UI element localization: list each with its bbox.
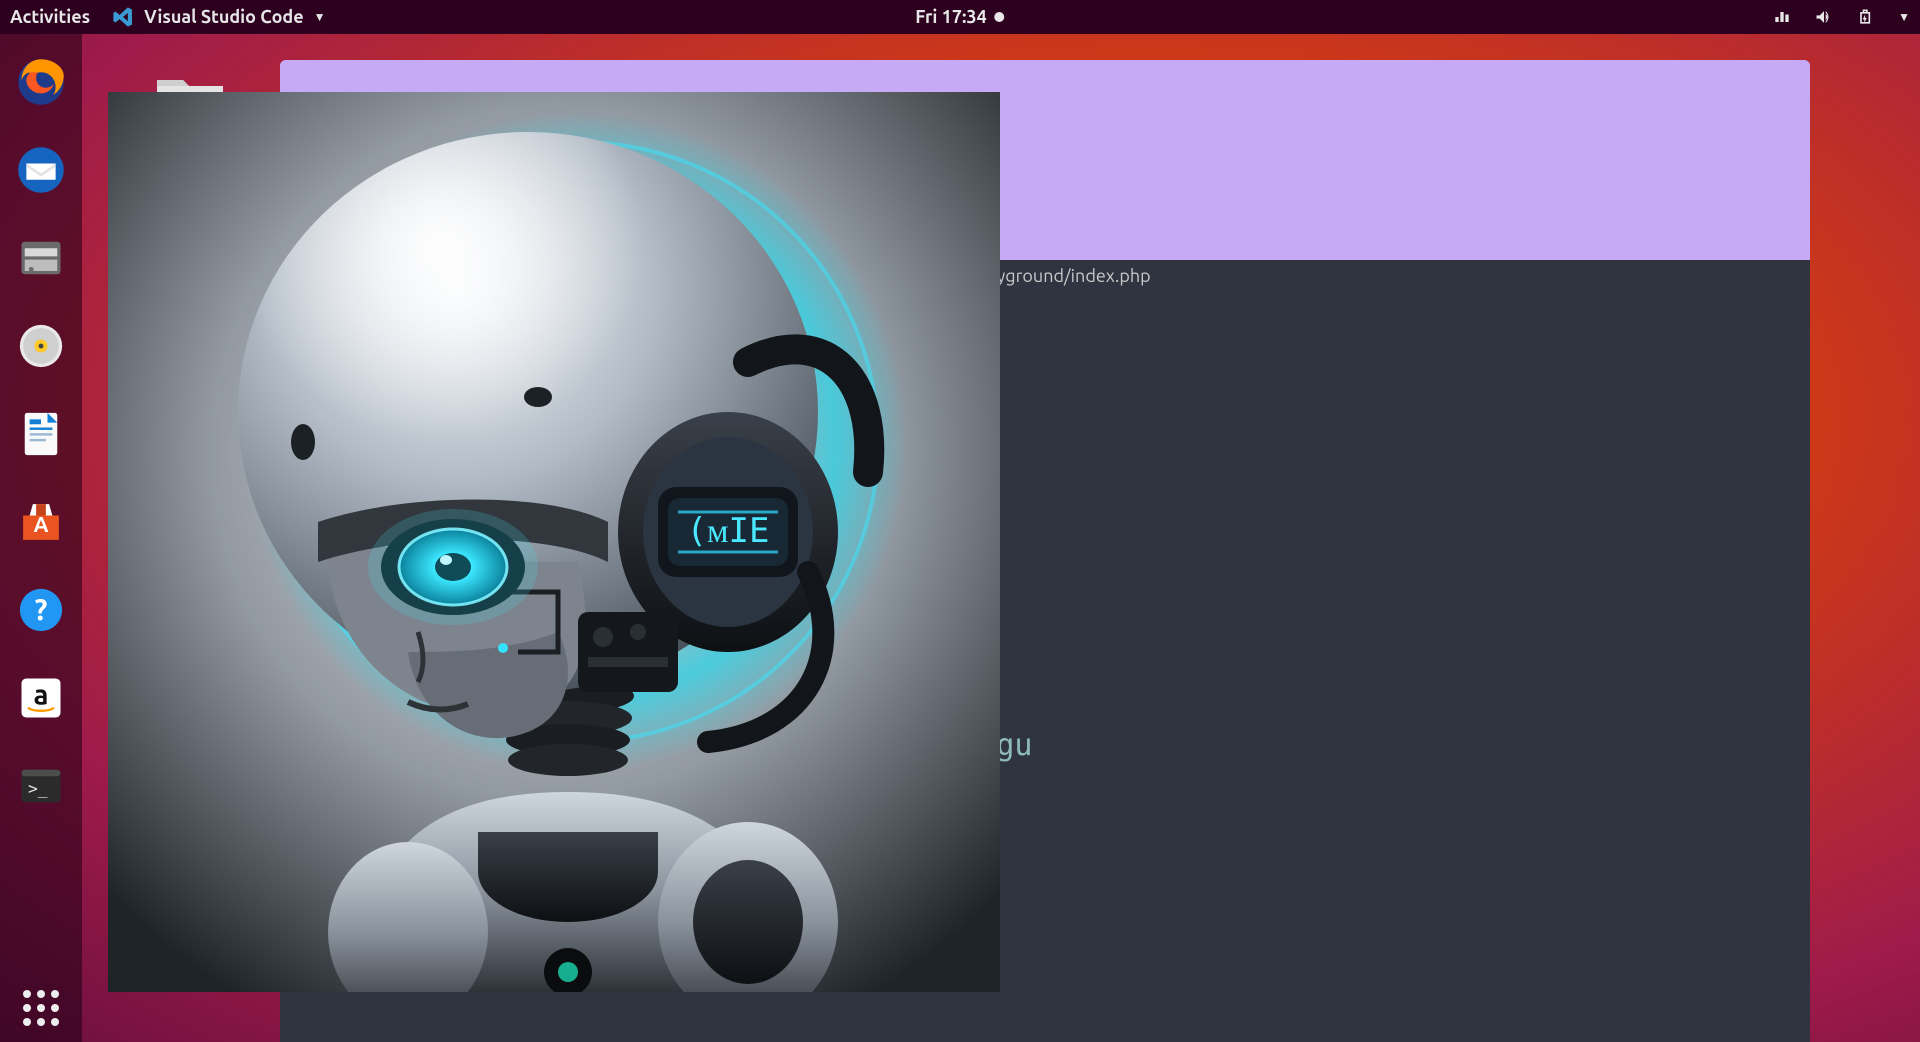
- terminal-icon: >_: [15, 760, 67, 812]
- dock-thunderbird[interactable]: [11, 140, 71, 200]
- clock-text: Fri 17:34: [915, 7, 986, 27]
- headset-display-text: (ᴍIE: [687, 511, 770, 551]
- help-icon: ?: [15, 584, 67, 636]
- dock-amazon[interactable]: a: [11, 668, 71, 728]
- svg-text:>_: >_: [28, 779, 48, 798]
- svg-text:A: A: [34, 512, 49, 536]
- dock-writer[interactable]: [11, 404, 71, 464]
- active-app-menu[interactable]: Visual Studio Code ▼: [112, 6, 325, 28]
- dock-files[interactable]: [11, 228, 71, 288]
- chevron-down-icon: ▼: [314, 10, 326, 24]
- dock-rhythmbox[interactable]: [11, 316, 71, 376]
- volume-icon[interactable]: [1814, 7, 1834, 27]
- dock-firefox[interactable]: [11, 52, 71, 112]
- dock-terminal[interactable]: >_: [11, 756, 71, 816]
- gnome-top-bar: Activities Visual Studio Code ▼ Fri 17:3…: [0, 0, 1920, 34]
- amazon-icon: a: [15, 672, 67, 724]
- topbar-left: Activities Visual Studio Code ▼: [10, 6, 325, 28]
- active-app-name: Visual Studio Code: [144, 7, 303, 27]
- topbar-clock[interactable]: Fri 17:34: [915, 7, 1004, 27]
- software-icon: A: [15, 496, 67, 548]
- show-applications-button[interactable]: [21, 988, 61, 1028]
- dropdown-icon[interactable]: ▼: [1898, 10, 1910, 24]
- svg-text:a: a: [34, 680, 49, 711]
- svg-text:?: ?: [35, 593, 48, 626]
- firefox-icon: [15, 56, 67, 108]
- network-icon[interactable]: [1772, 7, 1792, 27]
- dock-software[interactable]: A: [11, 492, 71, 552]
- robot-illustration: (ᴍIE: [108, 92, 1000, 992]
- topbar-status-area[interactable]: ▼: [1772, 7, 1910, 27]
- thunderbird-icon: [15, 144, 67, 196]
- battery-icon[interactable]: [1856, 7, 1876, 27]
- image-viewer-window[interactable]: (ᴍIE: [108, 92, 1000, 992]
- writer-icon: [15, 408, 67, 460]
- rhythmbox-icon: [15, 320, 67, 372]
- ubuntu-dock: A ? a >_: [0, 34, 82, 1042]
- notification-dot-icon: [995, 12, 1005, 22]
- files-icon: [15, 232, 67, 284]
- dock-help[interactable]: ?: [11, 580, 71, 640]
- activities-button[interactable]: Activities: [10, 7, 90, 27]
- vscode-icon: [112, 6, 134, 28]
